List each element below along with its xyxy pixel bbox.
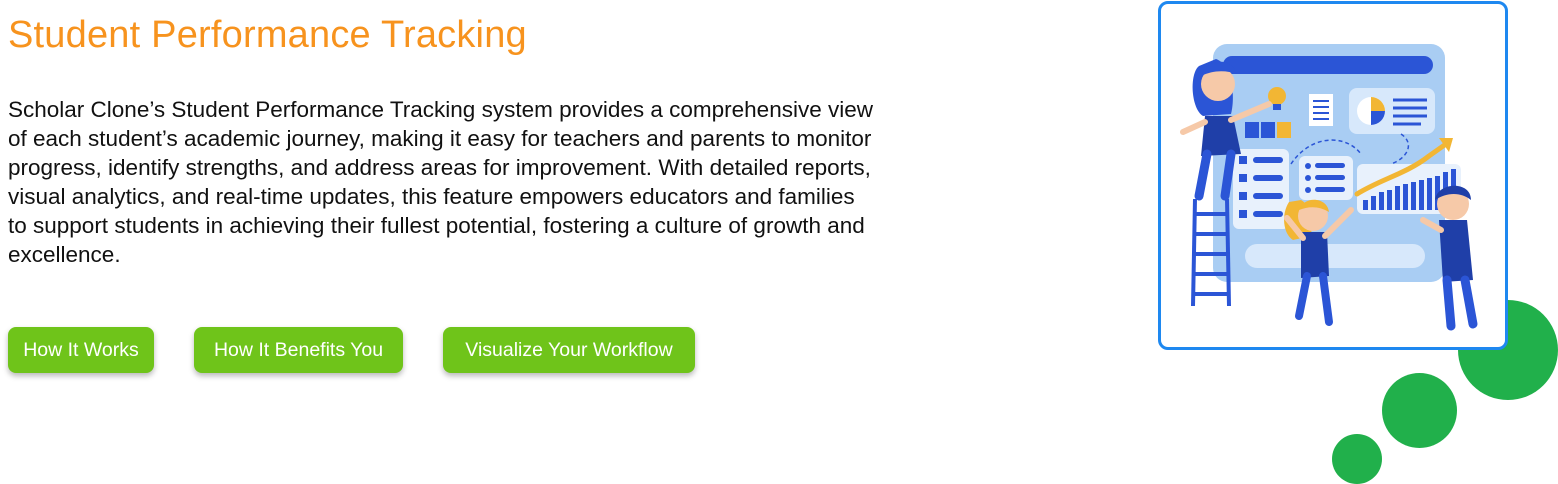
how-it-works-button[interactable]: How It Works [8,327,154,373]
dashboard-illustration [1158,1,1508,350]
how-it-benefits-you-button[interactable]: How It Benefits You [194,327,403,373]
visualize-your-workflow-button[interactable]: Visualize Your Workflow [443,327,695,373]
feature-section: Student Performance Tracking Scholar Clo… [0,0,1558,484]
page-title: Student Performance Tracking [8,14,527,56]
decorative-dot-small [1332,434,1382,484]
performance-dashboard-icon [1180,44,1478,331]
feature-description: Scholar Clone’s Student Performance Trac… [8,97,873,267]
decorative-dot-medium [1382,373,1457,448]
